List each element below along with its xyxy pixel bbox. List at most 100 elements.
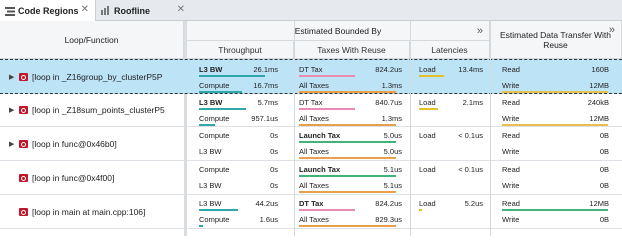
loop-function-cell[interactable]: [loop in func@0x4f00] bbox=[0, 161, 184, 194]
metric-value: 1.6us bbox=[259, 215, 278, 224]
metric-bar bbox=[299, 209, 355, 211]
metric-value: 0B bbox=[599, 215, 609, 224]
collapse-chevron-icon[interactable]: » bbox=[477, 25, 483, 37]
expand-arrow-icon[interactable]: ▶ bbox=[9, 73, 17, 81]
metric-value: 1.3ms bbox=[381, 81, 402, 90]
metric-cell: Load < 0.1us bbox=[419, 129, 486, 143]
metric-value: 44.2us bbox=[255, 199, 278, 208]
loop-icon bbox=[19, 106, 28, 114]
loop-name: [loop in _Z16group_by_clusterP5P bbox=[32, 71, 163, 82]
metric-cell: All Taxes 829.3us bbox=[299, 213, 405, 227]
metric-bar bbox=[299, 225, 396, 227]
metric-label: All Taxes bbox=[299, 114, 329, 123]
metric-cell: Read 160B bbox=[502, 63, 612, 77]
header-throughput[interactable]: Throughput bbox=[187, 41, 294, 59]
metric-value: 0B bbox=[599, 131, 609, 140]
metric-cell: All Taxes 5.0us bbox=[299, 145, 405, 159]
metric-cell: Write 12MB bbox=[502, 112, 612, 126]
metric-label: DT Tax bbox=[299, 199, 324, 208]
header-label: Throughput bbox=[218, 44, 262, 55]
loop-name: [loop in main at main.cpp:106] bbox=[32, 206, 146, 217]
metric-value: 824.2us bbox=[375, 199, 402, 208]
metric-cell: DT Tax 824.2us bbox=[299, 63, 405, 77]
metric-value: 824.2us bbox=[375, 65, 402, 74]
metric-cell: Read 0B bbox=[502, 163, 612, 177]
tab-bar: Code Regions ✕ Roofline ✕ bbox=[0, 0, 622, 22]
metric-value: 12MB bbox=[589, 81, 609, 90]
loop-function-cell[interactable]: ▶ [loop in func@0x46b0] bbox=[0, 127, 184, 160]
loop-name: [loop in func@0x46b0] bbox=[32, 138, 117, 149]
metric-bar bbox=[299, 91, 396, 93]
metric-cell: Compute 957.1us bbox=[199, 112, 281, 126]
header-loop-function[interactable]: Loop/Function bbox=[0, 21, 184, 59]
metric-label: Write bbox=[502, 114, 520, 123]
metric-cell: All Taxes 1.3ms bbox=[299, 112, 405, 126]
header-latencies[interactable]: Latencies bbox=[410, 41, 490, 59]
metric-label: L3 BW bbox=[199, 98, 223, 107]
loop-icon bbox=[19, 72, 28, 81]
column-separator bbox=[490, 21, 491, 236]
loop-function-cell[interactable]: ▶ [loop in _Z16group_by_clusterP5P bbox=[0, 60, 184, 93]
metric-cell: Read 0B bbox=[502, 129, 612, 143]
header-taxes-with-reuse[interactable]: Taxes With Reuse bbox=[294, 41, 410, 59]
metric-label: All Taxes bbox=[299, 181, 329, 190]
tab-code-regions[interactable]: Code Regions ✕ bbox=[0, 0, 96, 22]
metric-cell: Launch Tax 5.1us bbox=[299, 163, 405, 177]
table-row[interactable]: ▶ [loop in _Z18sum_points_clusterP5 L3 BW 5… bbox=[0, 94, 622, 127]
close-icon[interactable]: ✕ bbox=[81, 4, 89, 15]
metric-value: 5.1us bbox=[383, 181, 402, 190]
metric-label: DT Tax bbox=[299, 65, 323, 74]
metric-cell: Launch Tax 5.0us bbox=[299, 129, 405, 143]
loop-function-cell[interactable]: [loop in main at main.cpp:106] bbox=[0, 195, 184, 228]
metric-value: 240kB bbox=[587, 98, 609, 107]
metric-value: 16.7ms bbox=[253, 81, 278, 90]
metric-value: 0s bbox=[270, 165, 278, 174]
close-icon[interactable]: ✕ bbox=[177, 4, 185, 15]
header-estimated-bounded-by[interactable]: Estimated Bounded By » bbox=[187, 21, 490, 41]
metric-cell: L3 BW 0s bbox=[199, 145, 281, 159]
metric-cell: L3 BW 44.2us bbox=[199, 197, 281, 211]
metric-label: Write bbox=[502, 215, 520, 224]
expand-arrow-icon[interactable]: ▶ bbox=[9, 106, 17, 114]
metric-value: 5.2us bbox=[464, 199, 483, 208]
metric-bar bbox=[199, 209, 238, 211]
expand-arrow-icon[interactable]: ▶ bbox=[9, 140, 17, 148]
metric-bar bbox=[299, 75, 355, 77]
metric-cell: All Taxes 5.1us bbox=[299, 179, 405, 193]
metric-label: DT Tax bbox=[299, 98, 323, 107]
metric-bar bbox=[419, 75, 444, 77]
metric-bar bbox=[502, 91, 608, 93]
metric-value: 26.1ms bbox=[253, 65, 278, 74]
metric-cell: Compute 0s bbox=[199, 163, 281, 177]
loop-function-cell[interactable]: ▶ [loop in _Z18sum_points_clusterP5 bbox=[0, 94, 184, 126]
table-row[interactable]: [loop in func@0x4f00] Compute 0s L3 BW 0s Lau… bbox=[0, 161, 622, 195]
table-row[interactable]: ▶ [loop in _Z16group_by_clusterP5P L3 BW 26… bbox=[0, 59, 622, 94]
header-estimated-data-transfer[interactable]: Estimated Data Transfer With Reuse » bbox=[490, 21, 622, 59]
table-row[interactable]: [loop in main at main.cpp:106] L3 BW 44.2u… bbox=[0, 195, 622, 229]
metric-label: Compute bbox=[199, 215, 230, 224]
table-row[interactable]: ▶ [loop in func@0x46b0] Compute 0s L3 BW 0s La… bbox=[0, 127, 622, 161]
metric-label: Load bbox=[419, 131, 436, 140]
metric-label: Compute bbox=[199, 81, 230, 90]
column-separator bbox=[410, 21, 411, 236]
metric-cell: L3 BW 0s bbox=[199, 179, 281, 193]
metric-cell: Write 0B bbox=[502, 145, 612, 159]
metric-bar bbox=[199, 75, 265, 77]
metric-value: 829.3us bbox=[375, 215, 402, 224]
metric-label: Load bbox=[419, 98, 436, 107]
metric-label: Write bbox=[502, 181, 520, 190]
metric-bar bbox=[299, 157, 396, 159]
metric-cell: Write 12MB bbox=[502, 79, 612, 93]
metric-label: Compute bbox=[199, 165, 230, 174]
metric-label: Read bbox=[502, 199, 520, 208]
loop-icon bbox=[19, 173, 28, 182]
loop-name: [loop in _Z18sum_points_clusterP5 bbox=[32, 105, 165, 115]
metric-bar bbox=[419, 209, 422, 211]
metric-bar bbox=[299, 124, 396, 126]
metric-cell: L3 BW 26.1ms bbox=[199, 63, 281, 77]
metric-value: 13.4ms bbox=[458, 65, 483, 74]
metric-bar bbox=[199, 91, 242, 93]
collapse-chevron-icon[interactable]: » bbox=[609, 25, 615, 36]
metric-cell: Read 240kB bbox=[502, 96, 612, 110]
tab-roofline[interactable]: Roofline ✕ bbox=[96, 0, 191, 21]
